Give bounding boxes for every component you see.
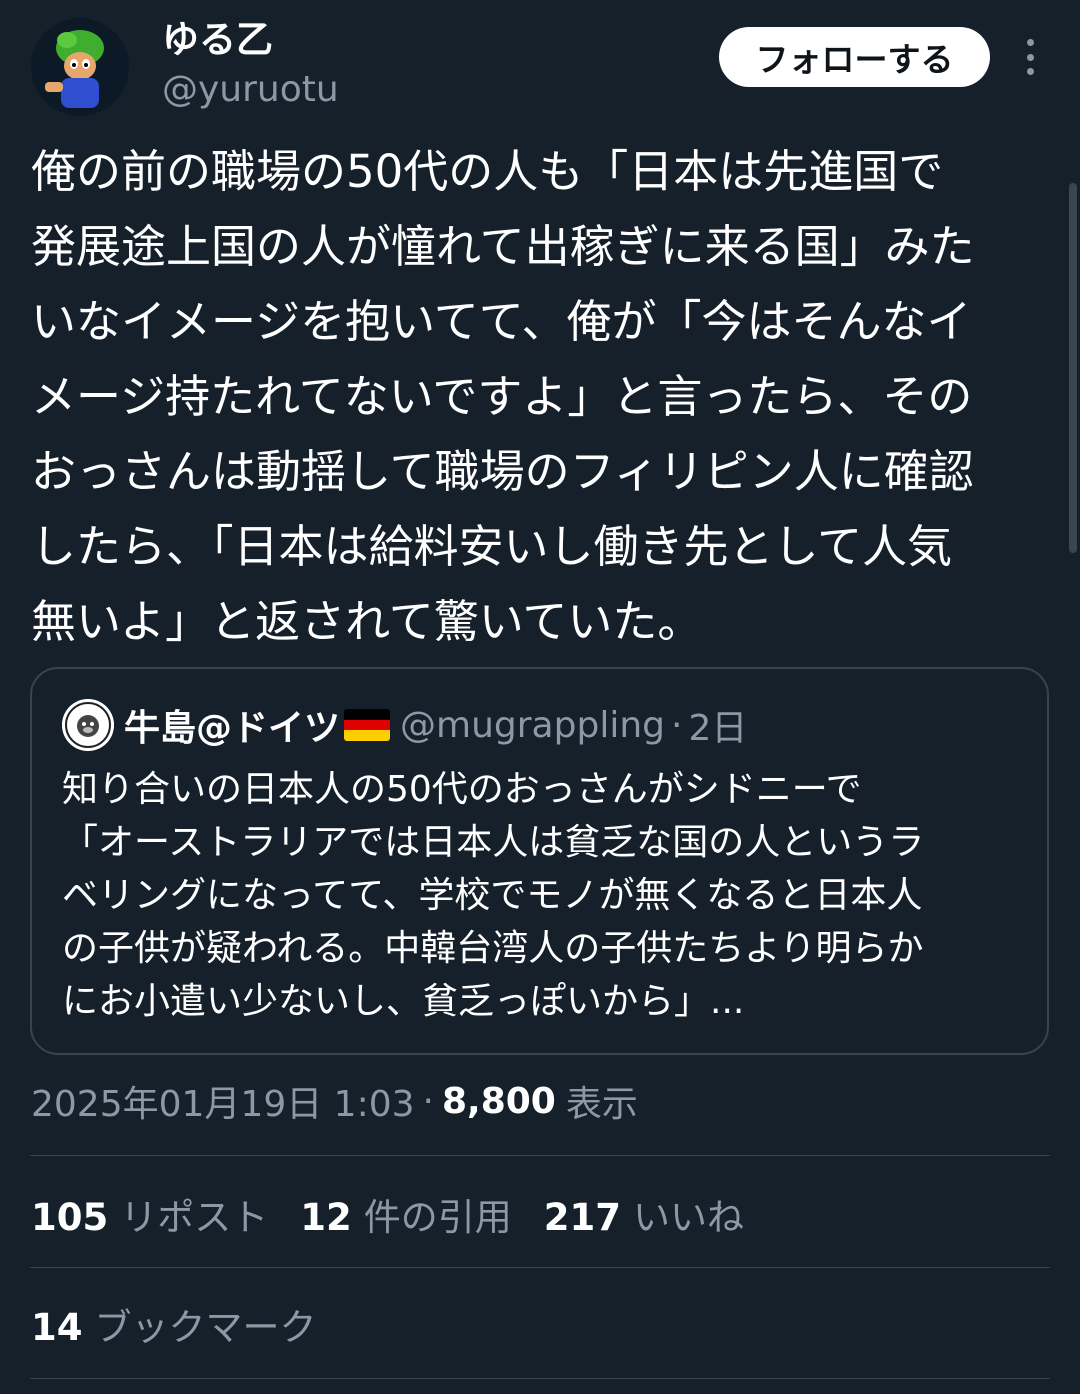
engagement-stats: 105 リポスト 12 件の引用 217 いいね <box>31 1186 776 1242</box>
author-avatar[interactable] <box>31 18 129 116</box>
quotes-label: 件の引用 <box>363 1196 512 1239</box>
more-dot <box>1026 39 1034 46</box>
quotes-stat[interactable]: 12 件の引用 <box>300 1187 512 1241</box>
quote-author-handle[interactable]: @mugrappling <box>400 705 665 746</box>
reposts-count: 105 <box>31 1196 109 1239</box>
author-display-name[interactable]: ゆる乙 <box>162 18 273 62</box>
more-dot <box>1026 53 1034 61</box>
views-label: 表示 <box>565 1084 638 1125</box>
likes-count: 217 <box>543 1196 621 1239</box>
monkey-logo-avatar-icon <box>62 699 114 751</box>
divider <box>30 1267 1050 1268</box>
cartoon-character-avatar-icon <box>31 18 129 116</box>
bookmarks-stat-inner: 14 ブックマーク <box>31 1297 317 1351</box>
scrollbar[interactable] <box>1069 183 1077 553</box>
quote-separator: · <box>671 704 683 746</box>
bookmarks-label: ブックマーク <box>94 1306 317 1349</box>
bookmarks-count: 14 <box>31 1306 83 1349</box>
tweet-timestamp[interactable]: 2025年01月19日 1:03 <box>31 1075 415 1127</box>
quotes-count: 12 <box>300 1196 352 1239</box>
more-vertical-icon[interactable] <box>1010 34 1050 80</box>
reposts-stat[interactable]: 105 リポスト <box>31 1187 268 1241</box>
quote-timestamp[interactable]: 2日 <box>688 699 747 751</box>
quote-author-avatar[interactable] <box>62 699 114 751</box>
quote-text: 知り合いの日本人の50代のおっさんがシドニーで 「オーストラリアでは日本人は貧乏… <box>62 769 925 1022</box>
quoted-tweet-card[interactable]: 牛島@ドイツ @mugrappling · 2日 知り合いの日本人の50代のおっ… <box>30 667 1049 1055</box>
germany-flag-icon <box>344 709 391 741</box>
tweet-text: 俺の前の職場の50代の人も「日本は先進国で 発展途上国の人が憧れて出稼ぎに来る国… <box>31 145 975 648</box>
quote-author-name[interactable]: 牛島@ドイツ <box>124 699 340 751</box>
more-dot <box>1026 68 1034 75</box>
divider <box>30 1378 1050 1379</box>
author-handle[interactable]: @yuruotu <box>162 68 339 112</box>
reposts-label: リポスト <box>120 1196 269 1239</box>
likes-label: いいね <box>632 1196 744 1239</box>
bookmarks-stat[interactable]: 14 ブックマーク <box>31 1296 349 1352</box>
likes-stat[interactable]: 217 いいね <box>544 1187 744 1241</box>
tweet-meta: 2025年01月19日 1:03 · 8,800 表示 <box>31 1074 638 1128</box>
meta-separator: · <box>422 1080 434 1122</box>
follow-button[interactable]: フォローする <box>719 27 990 87</box>
divider <box>30 1155 1050 1156</box>
quote-header: 牛島@ドイツ @mugrappling · 2日 <box>124 697 747 753</box>
views-count: 8,800 <box>441 1080 556 1122</box>
